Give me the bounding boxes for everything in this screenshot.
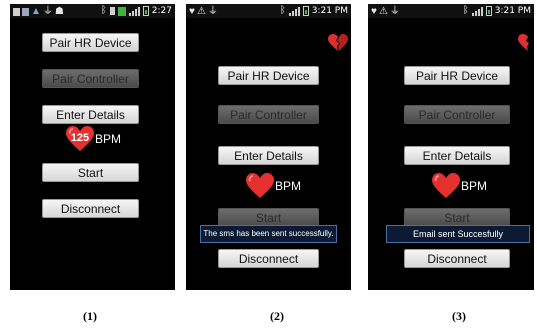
warning-icon: ⚠ bbox=[196, 6, 206, 17]
caption-screen-3: (3) bbox=[452, 309, 466, 323]
bpm-label: BPM bbox=[95, 132, 122, 146]
heart-rate-display: BPM bbox=[246, 173, 301, 199]
status-bar: ▲ ⏚ ☗ ᛒ 2:27 bbox=[10, 4, 175, 18]
android-icon: ☗ bbox=[54, 6, 64, 17]
bpm-label: BPM bbox=[461, 179, 488, 193]
email-sent-toast: Email sent Succesfully bbox=[386, 225, 530, 243]
status-bar: ♥ ⚠ ⏚ ᛒ 3:21 PM bbox=[368, 4, 534, 18]
pair-controller-button[interactable]: Pair Controller bbox=[42, 69, 139, 88]
heart-rate-value: 125 bbox=[70, 132, 90, 144]
bluetooth-icon: ᛒ bbox=[279, 5, 286, 16]
heart-icon bbox=[246, 173, 274, 199]
signal-icon bbox=[288, 6, 300, 16]
heart-icon bbox=[432, 173, 460, 199]
notification-icons: ♥ ⚠ ⏚ bbox=[371, 6, 400, 18]
pair-controller-button[interactable]: Pair Controller bbox=[404, 105, 510, 124]
vibrate-icon bbox=[109, 7, 115, 15]
usb-icon: ⏚ bbox=[42, 6, 53, 17]
heart-icon: ♥ bbox=[189, 6, 195, 17]
bluetooth-icon: ᛒ bbox=[462, 5, 469, 16]
upload-icon: ▲ bbox=[31, 6, 41, 17]
heart-icon: 125 bbox=[66, 126, 94, 152]
system-icons: ᛒ 3:21 PM bbox=[463, 5, 531, 17]
battery-icon bbox=[302, 6, 309, 16]
disconnect-button[interactable]: Disconnect bbox=[218, 249, 319, 268]
disconnect-button[interactable]: Disconnect bbox=[404, 249, 510, 268]
sms-sent-toast: The sms has been sent successfully. bbox=[200, 225, 337, 243]
battery-icon bbox=[485, 6, 492, 16]
enter-details-button[interactable]: Enter Details bbox=[42, 105, 139, 124]
heart-icon: ♥ bbox=[371, 6, 377, 17]
file-icon bbox=[22, 8, 29, 16]
status-time: 3:21 PM bbox=[311, 6, 348, 16]
wifi-icon bbox=[117, 6, 126, 16]
broken-heart-icon bbox=[328, 34, 348, 51]
phone-screen-3: ♥ ⚠ ⏚ ᛒ 3:21 PM Pair HR Device Pair Cont… bbox=[368, 4, 534, 290]
photo-icon bbox=[13, 8, 20, 16]
disconnect-button[interactable]: Disconnect bbox=[42, 199, 139, 218]
bluetooth-icon: ᛒ bbox=[100, 5, 107, 16]
heart-rate-display: 125 BPM bbox=[66, 126, 121, 152]
status-bar: ♥ ⚠ ⏚ ᛒ 3:21 PM bbox=[186, 4, 351, 18]
notification-icons: ♥ ⚠ ⏚ bbox=[189, 6, 218, 18]
caption-screen-2: (2) bbox=[270, 309, 284, 323]
signal-icon bbox=[128, 6, 140, 16]
enter-details-button[interactable]: Enter Details bbox=[404, 146, 510, 165]
start-button[interactable]: Start bbox=[42, 163, 139, 182]
status-time: 3:21 PM bbox=[494, 6, 531, 16]
system-icons: ᛒ 3:21 PM bbox=[280, 5, 348, 17]
status-time: 2:27 bbox=[151, 6, 172, 16]
phone-screen-2: ♥ ⚠ ⏚ ᛒ 3:21 PM Pair HR Device Pair Cont… bbox=[186, 4, 351, 290]
notification-icons: ▲ ⏚ ☗ bbox=[13, 6, 64, 18]
broken-heart-icon bbox=[518, 34, 529, 51]
signal-icon bbox=[471, 6, 483, 16]
battery-icon bbox=[142, 6, 149, 16]
usb-icon: ⏚ bbox=[207, 6, 218, 17]
pair-controller-button[interactable]: Pair Controller bbox=[218, 105, 319, 124]
heart-rate-display: BPM bbox=[432, 173, 487, 199]
caption-screen-1: (1) bbox=[83, 309, 97, 323]
pair-hr-device-button[interactable]: Pair HR Device bbox=[404, 66, 510, 85]
pair-hr-device-button[interactable]: Pair HR Device bbox=[218, 66, 319, 85]
pair-hr-device-button[interactable]: Pair HR Device bbox=[42, 33, 139, 52]
bpm-label: BPM bbox=[275, 179, 302, 193]
usb-icon: ⏚ bbox=[389, 6, 400, 17]
system-icons: ᛒ 2:27 bbox=[101, 5, 172, 17]
warning-icon: ⚠ bbox=[378, 6, 388, 17]
enter-details-button[interactable]: Enter Details bbox=[218, 146, 319, 165]
phone-screen-1: ▲ ⏚ ☗ ᛒ 2:27 Pair HR Device Pair Control… bbox=[10, 4, 175, 290]
